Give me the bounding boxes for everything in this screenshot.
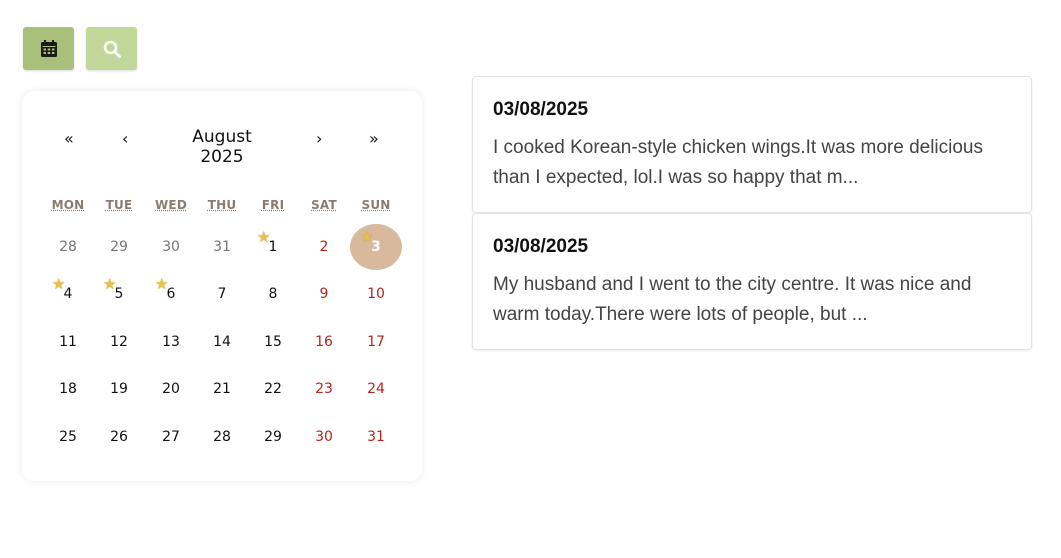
day-cell[interactable]: 29 — [253, 417, 293, 457]
day-cell[interactable]: 19 — [99, 369, 139, 409]
day-cell[interactable]: 31 — [202, 227, 242, 267]
entry-preview: I cooked Korean-style chicken wings.It w… — [493, 137, 984, 188]
day-cell[interactable]: 13 — [151, 322, 191, 362]
day-cell[interactable]: 7 — [202, 274, 242, 314]
weekday-tue: TUE — [105, 198, 133, 212]
weekday-thu: THU — [207, 198, 237, 212]
weekday-wed: WED — [155, 198, 187, 212]
weekday-mon: MON — [51, 198, 85, 212]
day-cell[interactable]: 26 — [99, 417, 139, 457]
weekday-sun: SUN — [361, 198, 391, 212]
day-cell[interactable]: 31 — [356, 417, 396, 457]
last-button[interactable]: » — [369, 129, 379, 148]
day-cell[interactable]: 9 — [304, 274, 344, 314]
day-cell[interactable]: 16 — [304, 322, 344, 362]
search-icon — [103, 40, 121, 58]
month-label[interactable]: August 2025 — [172, 127, 272, 167]
day-cell[interactable]: 30 — [304, 417, 344, 457]
day-cell[interactable]: 20 — [151, 369, 191, 409]
day-cell[interactable]: 25 — [48, 417, 88, 457]
day-cell[interactable]: 18 — [48, 369, 88, 409]
day-cell[interactable]: 17 — [356, 322, 396, 362]
calendar-icon — [40, 39, 57, 57]
search-button[interactable] — [86, 27, 137, 70]
day-cell[interactable]: 28 — [202, 417, 242, 457]
day-cell[interactable]: 15 — [253, 322, 293, 362]
day-cell[interactable]: 1 — [253, 227, 293, 267]
calendar-button[interactable] — [23, 27, 74, 70]
day-cell[interactable]: 2 — [304, 227, 344, 267]
next-button[interactable]: › — [316, 129, 322, 148]
diary-entry[interactable]: 03/08/2025 My husband and I went to the … — [472, 213, 1032, 350]
day-cell[interactable]: 24 — [356, 369, 396, 409]
day-cell[interactable]: 6 — [151, 274, 191, 314]
day-cell[interactable]: 10 — [356, 274, 396, 314]
weekday-sat: SAT — [311, 198, 337, 212]
day-cell-selected[interactable]: 3 — [350, 224, 402, 270]
day-cell[interactable]: 4 — [48, 274, 88, 314]
entry-date: 03/08/2025 — [493, 236, 589, 257]
diary-entry[interactable]: 03/08/2025 I cooked Korean-style chicken… — [472, 76, 1032, 213]
calendar-widget: « ‹ › » August 2025 MON TUE WED THU FRI SAT SU… — [22, 91, 422, 481]
day-cell[interactable]: 14 — [202, 322, 242, 362]
day-cell[interactable]: 22 — [253, 369, 293, 409]
day-cell[interactable]: 23 — [304, 369, 344, 409]
day-cell[interactable]: 8 — [253, 274, 293, 314]
day-cell[interactable]: 11 — [48, 322, 88, 362]
entry-date: 03/08/2025 — [493, 99, 589, 120]
entry-preview: My husband and I went to the city centre… — [493, 274, 972, 325]
prev-button[interactable]: ‹ — [122, 129, 128, 148]
toolbar — [23, 27, 137, 70]
day-cell[interactable]: 30 — [151, 227, 191, 267]
day-cell[interactable]: 12 — [99, 322, 139, 362]
day-cell[interactable]: 27 — [151, 417, 191, 457]
day-cell[interactable]: 5 — [99, 274, 139, 314]
first-button[interactable]: « — [64, 129, 74, 148]
day-cell[interactable]: 28 — [48, 227, 88, 267]
day-cell[interactable]: 29 — [99, 227, 139, 267]
day-cell[interactable]: 21 — [202, 369, 242, 409]
weekday-fri: FRI — [261, 198, 285, 212]
